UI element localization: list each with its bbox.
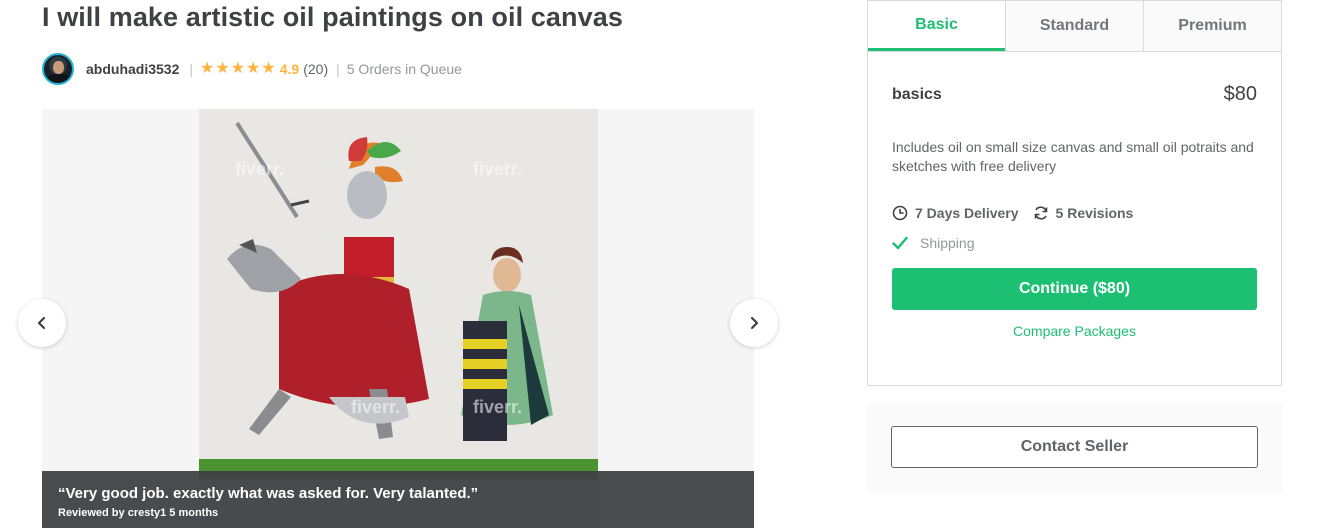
rating-count[interactable]: (20)	[303, 61, 328, 77]
review-quote: “Very good job. exactly what was asked f…	[58, 485, 479, 502]
seller-overview: abduhadi3532 | ★ ★ ★ ★ ★ 4.9 (20) | 5 Or…	[42, 52, 462, 85]
chevron-left-icon	[37, 316, 46, 330]
review-caption: “Very good job. exactly what was asked f…	[42, 471, 754, 528]
gig-title: I will make artistic oil paintings on oi…	[42, 2, 623, 32]
chevron-right-icon	[750, 316, 759, 330]
gallery-prev-button[interactable]	[18, 299, 66, 347]
tab-standard[interactable]: Standard	[1005, 1, 1143, 51]
watermark: fiverr.	[351, 397, 401, 417]
rating-score: 4.9	[279, 60, 300, 77]
watermark: fiverr.	[473, 159, 523, 179]
package-header: basics $80	[868, 83, 1281, 106]
watermark: fiverr.	[235, 159, 285, 179]
package-panel: Basic Standard Premium basics $80 Includ…	[867, 0, 1282, 386]
divider: |	[189, 60, 194, 77]
revisions: 5 Revisions	[1033, 205, 1134, 221]
star-rating: ★ ★ ★ ★ ★	[200, 59, 276, 77]
star-icon: ★	[230, 59, 246, 77]
revisions-label: 5 Revisions	[1055, 205, 1134, 221]
compare-packages-link[interactable]: Compare Packages	[868, 323, 1281, 339]
clock-icon	[892, 205, 908, 221]
divider: |	[336, 60, 340, 77]
seller-avatar[interactable]	[42, 52, 74, 85]
package-price: $80	[1223, 83, 1257, 105]
package-features: 7 Days Delivery 5 Revisions	[868, 205, 1281, 221]
delivery-label: 7 Days Delivery	[915, 205, 1019, 221]
star-icon: ★	[215, 59, 230, 77]
contact-seller-button[interactable]: Contact Seller	[891, 426, 1258, 468]
refresh-icon	[1034, 206, 1047, 220]
package-tabs: Basic Standard Premium	[868, 1, 1281, 52]
contact-section: Contact Seller	[867, 403, 1282, 493]
package-description: Includes oil on small size canvas and sm…	[892, 139, 1254, 174]
tab-premium[interactable]: Premium	[1143, 1, 1281, 51]
gig-gallery[interactable]: fiverr. fiverr. fiverr. fiverr. “Very go…	[42, 109, 754, 528]
star-icon: ★	[200, 59, 215, 77]
star-icon: ★	[261, 59, 276, 77]
included-item: Shipping	[868, 235, 1281, 251]
package-name: basics	[892, 85, 942, 103]
star-icon: ★	[246, 59, 261, 77]
included-item-label: Shipping	[920, 235, 975, 251]
check-icon	[892, 236, 908, 250]
gallery-next-button[interactable]	[730, 299, 778, 347]
continue-button[interactable]: Continue ($80)	[892, 268, 1257, 310]
gig-image: fiverr. fiverr. fiverr. fiverr.	[199, 109, 598, 528]
review-meta: Reviewed by cresty1 5 months	[58, 507, 219, 519]
delivery-time: 7 Days Delivery	[892, 205, 1019, 221]
watermark: fiverr.	[473, 397, 523, 417]
orders-in-queue: 5 Orders in Queue	[346, 60, 462, 77]
tab-basic[interactable]: Basic	[868, 1, 1005, 51]
seller-username[interactable]: abduhadi3532	[86, 61, 179, 77]
